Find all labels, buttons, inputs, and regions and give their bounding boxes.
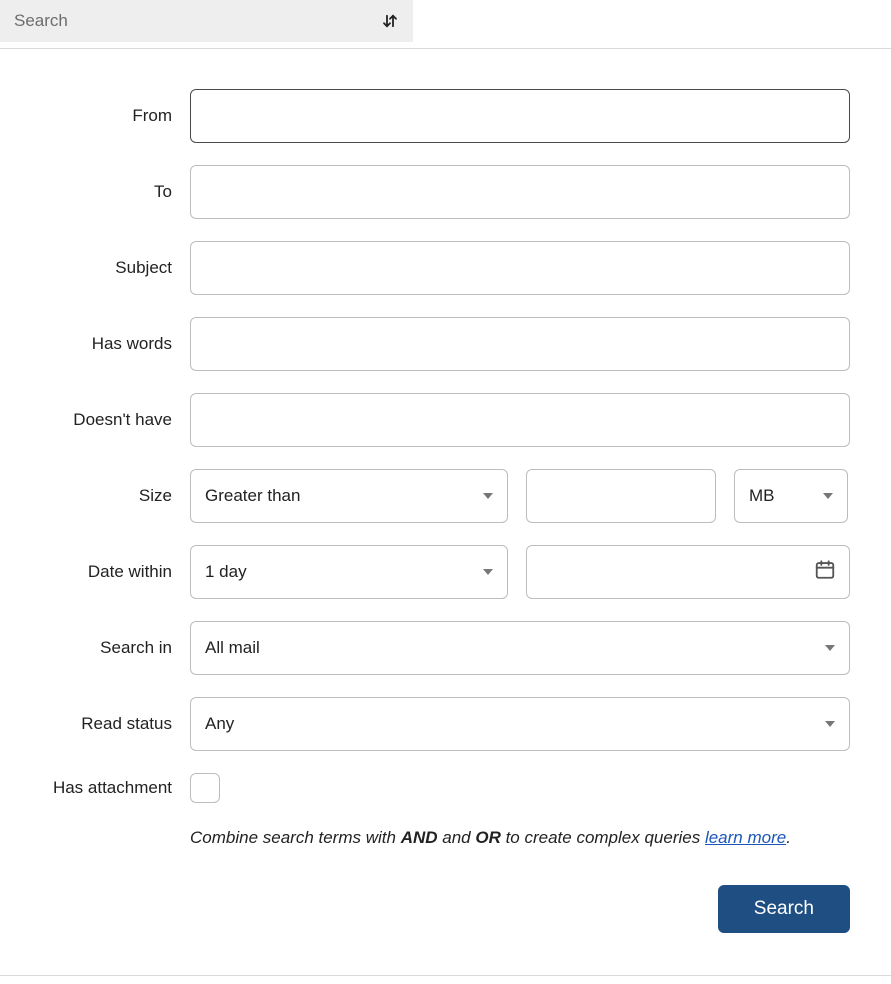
button-row: Search (190, 885, 850, 933)
label-search-in: Search in (0, 638, 190, 658)
label-size: Size (0, 486, 190, 506)
search-button[interactable]: Search (718, 885, 850, 933)
search-bar[interactable]: Search (0, 0, 413, 42)
row-search-in: Search in All mail (0, 621, 851, 675)
label-doesnt-have: Doesn't have (0, 410, 190, 430)
row-from: From (0, 89, 851, 143)
input-from[interactable] (190, 89, 850, 143)
select-size-comparator[interactable]: Greater than (190, 469, 508, 523)
filter-toggle-icon[interactable] (381, 12, 399, 30)
hint-or: OR (475, 828, 501, 847)
chevron-down-icon (483, 493, 493, 499)
label-has-attachment: Has attachment (0, 778, 190, 798)
label-read-status: Read status (0, 714, 190, 734)
select-size-unit[interactable]: MB (734, 469, 848, 523)
input-size-value[interactable] (526, 469, 716, 523)
label-subject: Subject (0, 258, 190, 278)
advanced-search-form: From To Subject Has words Doesn't have S… (0, 49, 891, 963)
input-doesnt-have[interactable] (190, 393, 850, 447)
select-size-comparator-value: Greater than (205, 486, 300, 506)
hint-mid: and (438, 828, 476, 847)
select-read-status[interactable]: Any (190, 697, 850, 751)
row-has-attachment: Has attachment (0, 773, 851, 803)
input-has-words[interactable] (190, 317, 850, 371)
label-to: To (0, 182, 190, 202)
bottom-divider (0, 975, 891, 976)
select-size-unit-value: MB (749, 486, 775, 506)
chevron-down-icon (825, 721, 835, 727)
select-read-status-value: Any (205, 714, 234, 734)
chevron-down-icon (823, 493, 833, 499)
chevron-down-icon (483, 569, 493, 575)
row-subject: Subject (0, 241, 851, 295)
search-placeholder: Search (14, 11, 68, 31)
checkbox-has-attachment[interactable] (190, 773, 220, 803)
select-search-in[interactable]: All mail (190, 621, 850, 675)
learn-more-link[interactable]: learn more (705, 828, 786, 847)
chevron-down-icon (825, 645, 835, 651)
label-date: Date within (0, 562, 190, 582)
row-doesnt-have: Doesn't have (0, 393, 851, 447)
input-subject[interactable] (190, 241, 850, 295)
hint-suffix: to create complex queries (501, 828, 705, 847)
input-to[interactable] (190, 165, 850, 219)
select-search-in-value: All mail (205, 638, 260, 658)
hint-text: Combine search terms with AND and OR to … (190, 825, 850, 851)
label-from: From (0, 106, 190, 126)
select-date-range-value: 1 day (205, 562, 247, 582)
row-read-status: Read status Any (0, 697, 851, 751)
row-date: Date within 1 day (0, 545, 851, 599)
hint-prefix: Combine search terms with (190, 828, 401, 847)
hint-and: AND (401, 828, 438, 847)
hint-period: . (786, 828, 791, 847)
select-date-range[interactable]: 1 day (190, 545, 508, 599)
row-size: Size Greater than MB (0, 469, 851, 523)
row-to: To (0, 165, 851, 219)
row-has-words: Has words (0, 317, 851, 371)
label-has-words: Has words (0, 334, 190, 354)
input-date[interactable] (526, 545, 850, 599)
